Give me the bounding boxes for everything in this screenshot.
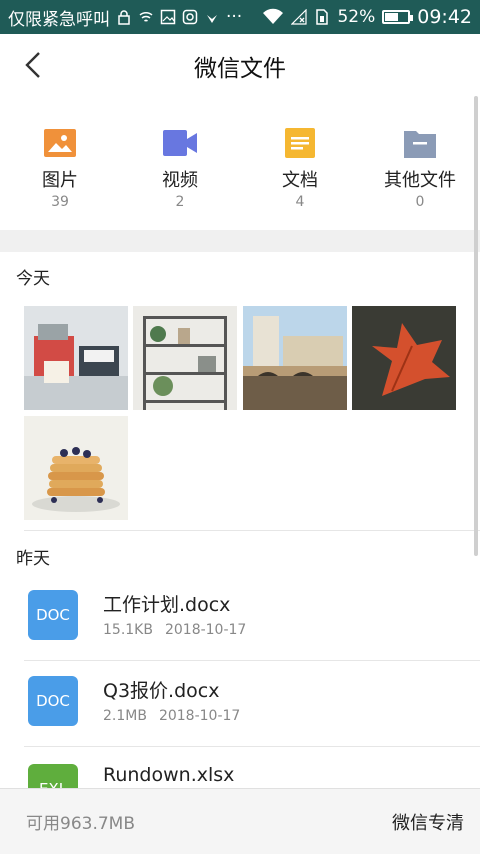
file-row[interactable]: DOC Q3报价.docx 2.1MB 2018-10-17 xyxy=(0,662,480,748)
photo-thumbnail[interactable] xyxy=(24,416,128,520)
scrollbar[interactable] xyxy=(474,96,478,556)
back-button[interactable] xyxy=(18,50,48,80)
sim-icon xyxy=(316,9,329,25)
image-icon xyxy=(43,126,77,160)
file-size: 15.1KB xyxy=(103,622,153,638)
category-label: 其他文件 xyxy=(384,170,456,191)
photo-thumbnail[interactable] xyxy=(133,306,237,410)
category-label: 图片 xyxy=(42,170,78,191)
section-yesterday-label: 昨天 xyxy=(16,549,50,569)
file-name: 工作计划.docx xyxy=(103,594,231,616)
file-meta: 15.1KB 2018-10-17 xyxy=(103,622,258,638)
lock-icon xyxy=(118,10,130,25)
photo-thumbnail[interactable] xyxy=(352,306,456,410)
section-today-label: 今天 xyxy=(16,269,50,289)
category-count: 39 xyxy=(51,194,69,210)
clock: 09:42 xyxy=(417,6,472,28)
gallery-icon xyxy=(160,9,176,25)
more-notifications: ··· xyxy=(226,7,243,27)
file-name: Q3报价.docx xyxy=(103,680,220,702)
photo-thumbnail[interactable] xyxy=(243,306,347,410)
divider xyxy=(24,746,480,747)
category-count: 4 xyxy=(295,194,305,210)
photo-thumbnail[interactable] xyxy=(24,306,128,410)
document-icon xyxy=(283,126,317,160)
clean-button[interactable]: 微信专清 xyxy=(392,809,464,835)
battery-icon xyxy=(382,10,414,24)
back-arrow-icon xyxy=(25,52,40,78)
wifi-icon xyxy=(263,8,284,24)
file-name: Rundown.xlsx xyxy=(103,764,235,786)
no-signal-icon xyxy=(291,9,308,25)
battery-percent: 52% xyxy=(337,7,376,27)
folder-icon xyxy=(403,126,437,160)
file-date: 2018-10-17 xyxy=(164,622,247,638)
page-title: 微信文件 xyxy=(194,56,286,82)
file-size: 2.1MB xyxy=(103,708,147,724)
available-storage: 可用963.7MB xyxy=(26,814,135,834)
category-documents[interactable]: 文档 4 xyxy=(240,112,360,222)
category-bar: 图片 39 视频 2 文档 4 其他文件 0 xyxy=(0,112,480,222)
video-icon xyxy=(163,126,197,160)
status-bar: 仅限紧急呼叫 ··· 52% 09:42 xyxy=(0,0,480,34)
app-header: 微信文件 xyxy=(0,34,480,98)
category-images[interactable]: 图片 39 xyxy=(0,112,120,222)
section-separator xyxy=(0,230,480,252)
category-label: 视频 xyxy=(162,170,198,191)
category-videos[interactable]: 视频 2 xyxy=(120,112,240,222)
file-date: 2018-10-17 xyxy=(158,708,241,724)
file-row[interactable]: DOC 工作计划.docx 15.1KB 2018-10-17 xyxy=(0,576,480,662)
bottom-bar: 可用963.7MB 微信专清 xyxy=(0,788,480,854)
category-count: 0 xyxy=(415,194,425,210)
carrier-text: 仅限紧急呼叫 xyxy=(8,9,110,30)
doc-file-icon: DOC xyxy=(28,590,78,640)
category-label: 文档 xyxy=(282,170,318,191)
divider xyxy=(24,660,480,661)
category-other-files[interactable]: 其他文件 0 xyxy=(360,112,480,222)
battery-level xyxy=(385,13,398,21)
wifi-question-icon xyxy=(139,11,153,22)
huawei-icon xyxy=(207,15,217,23)
doc-file-icon: DOC xyxy=(28,676,78,726)
camera-app-icon xyxy=(182,9,198,25)
divider xyxy=(24,530,480,531)
file-meta: 2.1MB 2018-10-17 xyxy=(103,708,252,724)
category-count: 2 xyxy=(175,194,185,210)
